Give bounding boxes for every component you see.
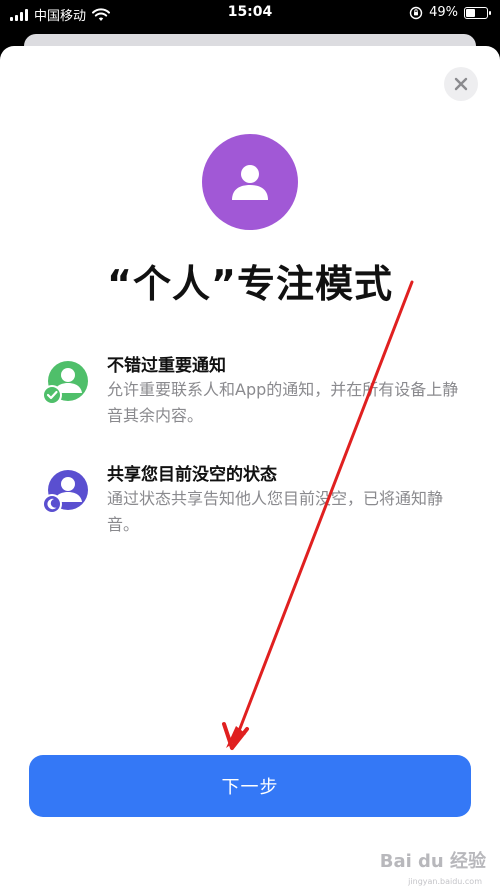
battery-percent: 49% <box>429 5 458 20</box>
watermark: Bai du 经验 <box>379 851 486 872</box>
feature-title: 共享您目前没空的状态 <box>107 465 277 485</box>
person-icon <box>232 165 268 200</box>
page-title: “个人”专注模式 <box>107 262 393 306</box>
close-button[interactable] <box>444 67 478 101</box>
feature-description: 通过状态共享告知他人您目前没空，已将通知静音。 <box>107 489 444 534</box>
next-button[interactable]: 下一步 <box>29 755 471 817</box>
person-moon-icon <box>42 470 88 514</box>
person-check-icon <box>42 361 88 405</box>
feature-notifications: 不错过重要通知 允许重要联系人和App的通知，并在所有设备上静音其余内容。 <box>40 351 470 441</box>
close-icon <box>454 77 468 91</box>
personal-focus-avatar <box>202 134 298 230</box>
feature-title: 不错过重要通知 <box>107 356 226 376</box>
watermark-url: jingyan.baidu.com <box>408 877 482 886</box>
status-bar: 中国移动 15:04 49% <box>0 0 500 28</box>
focus-setup-sheet: “个人”专注模式 不错过重要通知 允许重要联系人和App的通知，并在所有设备上静… <box>0 46 500 889</box>
feature-description: 允许重要联系人和App的通知，并在所有设备上静音其余内容。 <box>107 380 459 425</box>
battery-icon <box>464 6 491 19</box>
status-right: 49% <box>409 5 491 20</box>
feature-status-sharing: 共享您目前没空的状态 通过状态共享告知他人您目前没空，已将通知静音。 <box>40 460 470 550</box>
orientation-lock-icon <box>409 6 423 19</box>
battery-fill <box>466 8 475 17</box>
